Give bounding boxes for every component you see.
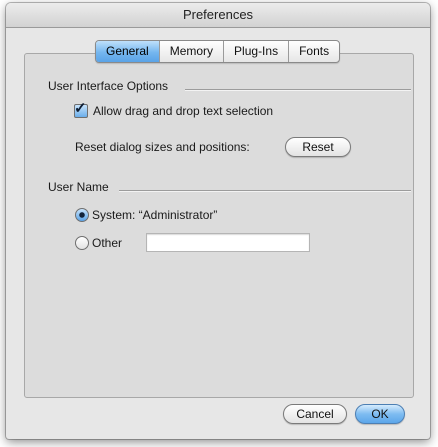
other-name-field[interactable] [146, 233, 310, 252]
cancel-button[interactable]: Cancel [283, 404, 347, 424]
user-name-heading: User Name [48, 180, 109, 194]
checkmark-icon: ✓ [74, 100, 87, 117]
tab-memory[interactable]: Memory [158, 41, 223, 62]
other-label: Other [92, 236, 123, 250]
tab-plug-ins[interactable]: Plug-Ins [223, 41, 288, 62]
system-label: System: “Administrator” [92, 208, 218, 222]
preferences-window: Preferences General Memory Plug-Ins Font… [6, 3, 430, 439]
reset-button[interactable]: Reset [285, 137, 351, 157]
ok-button[interactable]: OK [355, 404, 405, 424]
tab-fonts[interactable]: Fonts [288, 41, 339, 62]
ui-options-heading: User Interface Options [48, 79, 169, 93]
drag-drop-label: Allow drag and drop text selection [93, 104, 274, 118]
reset-label: Reset dialog sizes and positions: [75, 140, 250, 154]
tab-general[interactable]: General [96, 41, 159, 62]
other-radio[interactable] [75, 236, 89, 250]
tab-bar: General Memory Plug-Ins Fonts [95, 40, 341, 63]
user-name-divider [119, 190, 411, 192]
ui-options-divider [185, 89, 411, 91]
window-title: Preferences [6, 3, 430, 28]
drag-drop-checkbox[interactable]: ✓ [74, 100, 88, 118]
system-radio[interactable] [75, 208, 89, 222]
